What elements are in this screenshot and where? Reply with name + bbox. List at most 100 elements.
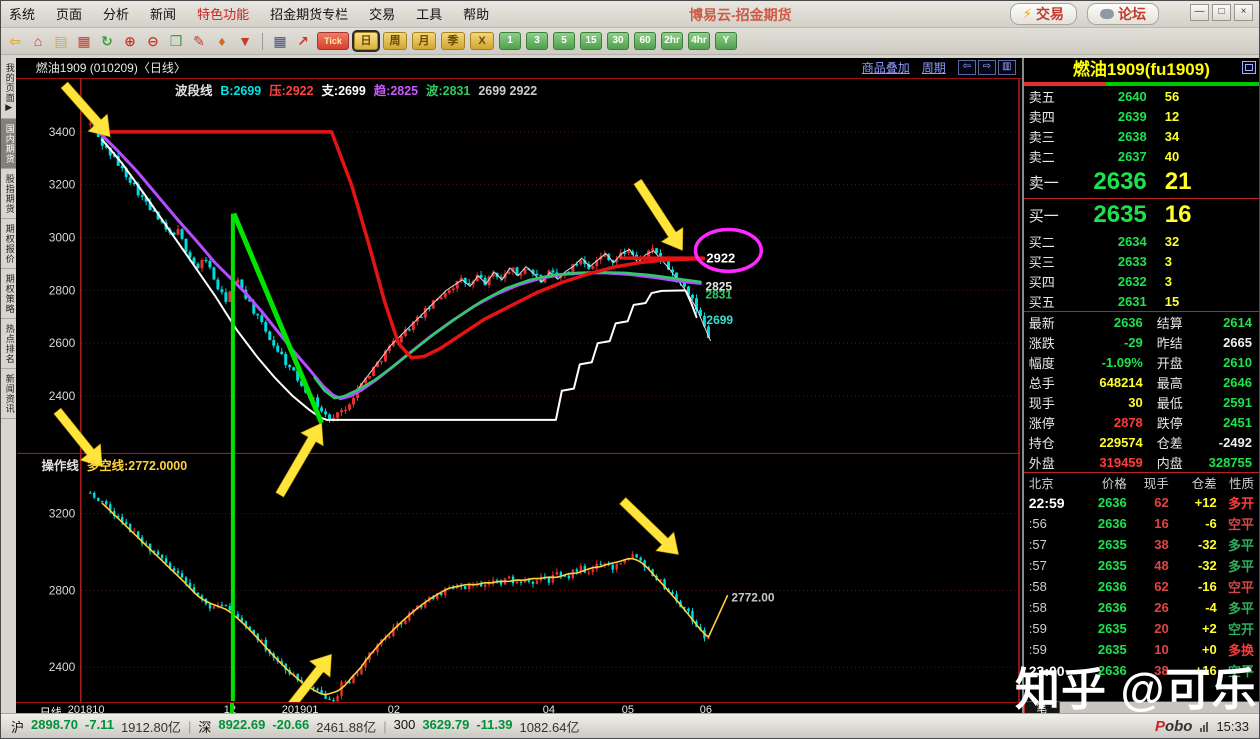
period-button-30[interactable]: 30 [607, 32, 629, 50]
sidebar-tab-2[interactable]: 股指期货 [1, 169, 16, 219]
svg-text:波段线B:2699压:2922支:2699趋:2825波:2: 波段线B:2699压:2922支:2699趋:2825波:28312699 29… [175, 83, 537, 98]
minimize-icon[interactable]: — [1190, 4, 1209, 21]
period-button-60[interactable]: 60 [634, 32, 656, 50]
stat-label: 仓差 [1157, 433, 1199, 452]
tape-row-7: :59263510+0多换 [1024, 639, 1259, 660]
menu-item-7[interactable]: 工具 [416, 7, 442, 22]
ask-row-3: 卖三263834 [1024, 126, 1259, 146]
clock: 15:33 [1216, 719, 1249, 734]
index-amount: 1912.80亿 [121, 717, 181, 736]
svg-text:2800: 2800 [49, 583, 76, 597]
book-price[interactable]: 2639 [1069, 109, 1147, 124]
tick-period-button[interactable]: Tick [317, 32, 349, 50]
sidebar-tab-4[interactable]: 期权策略 [1, 269, 16, 319]
candlestick-chart[interactable]: 340032003000280026002400320028002400波段线B… [16, 79, 1022, 702]
period-button-5[interactable]: 5 [553, 32, 575, 50]
index-value: 2898.70 [31, 717, 78, 736]
zoom-in-icon[interactable]: ⊕ [121, 33, 139, 50]
stat-label: 涨停 [1029, 413, 1071, 432]
tape-price: 2636 [1075, 579, 1127, 594]
book-price[interactable]: 2635 [1069, 201, 1147, 229]
chart-view-icon[interactable]: ↗ [294, 33, 312, 50]
stat-label: 最高 [1157, 373, 1199, 392]
overlay-link[interactable]: 商品叠加 [862, 59, 910, 76]
tape-oi-delta: +2 [1169, 621, 1217, 636]
period-button-日[interactable]: 日 [354, 32, 378, 50]
menu-item-5[interactable]: 招金期货专栏 [270, 7, 348, 22]
refresh-icon[interactable]: ↻ [98, 33, 116, 50]
period-button-15[interactable]: 15 [580, 32, 602, 50]
book-price[interactable]: 2640 [1069, 89, 1147, 104]
book-price[interactable]: 2632 [1069, 274, 1147, 289]
bid-row-3: 买三26333 [1024, 251, 1259, 271]
status-separator: | [383, 719, 386, 734]
menu-item-6[interactable]: 交易 [369, 7, 395, 22]
tape-col-header-1: 价格 [1075, 473, 1127, 492]
index-amount: 2461.88亿 [316, 717, 376, 736]
table-view-icon[interactable]: ▦ [271, 33, 289, 50]
book-level-label: 买二 [1029, 232, 1069, 251]
tape-oi-delta: +0 [1169, 642, 1217, 657]
restore-icon[interactable] [1242, 61, 1256, 74]
menu-item-4[interactable]: 特色功能 [197, 7, 249, 22]
close-icon[interactable]: × [1234, 4, 1253, 21]
period-button-Y[interactable]: Y [715, 32, 737, 50]
tape-price: 2636 [1075, 600, 1127, 615]
sidebar-tab-3[interactable]: 期权报价 [1, 219, 16, 269]
layers-icon[interactable]: ❒ [167, 33, 185, 50]
sidebar-tab-5[interactable]: 热点排名 [1, 319, 16, 369]
back-icon[interactable]: ⇦ [6, 33, 24, 50]
period-link[interactable]: 周期 [922, 59, 946, 76]
sidebar-tab-0[interactable]: 我的页面▶ [1, 58, 16, 119]
calendar-icon[interactable]: ▦ [75, 33, 93, 50]
svg-text:2772.00: 2772.00 [731, 590, 775, 604]
next-arrow-icon[interactable]: ⇨ [978, 60, 996, 75]
sidebar-tab-1[interactable]: 国内期货 [1, 119, 16, 169]
menu-item-1[interactable]: 页面 [56, 7, 82, 22]
paint-icon[interactable]: ♦ [213, 33, 231, 50]
sidebar-tab-6[interactable]: 新闻资讯 [1, 369, 16, 419]
index-change: -20.66 [272, 717, 309, 736]
book-price[interactable]: 2636 [1069, 168, 1147, 196]
home-icon[interactable]: ⌂ [29, 33, 47, 50]
stat-row-3: 总手648214最高2646 [1024, 372, 1259, 392]
book-qty: 32 [1147, 234, 1254, 249]
period-button-周[interactable]: 周 [383, 32, 407, 50]
stat-value: -2492 [1199, 435, 1254, 450]
split-view-icon[interactable]: ▥ [998, 60, 1016, 75]
period-button-2hr[interactable]: 2hr [661, 32, 683, 50]
maximize-icon[interactable]: □ [1212, 4, 1231, 21]
prev-arrow-icon[interactable]: ⇦ [958, 60, 976, 75]
book-price[interactable]: 2631 [1069, 294, 1147, 309]
ask-row-4: 卖四263912 [1024, 106, 1259, 126]
book-price[interactable]: 2638 [1069, 129, 1147, 144]
trade-button[interactable]: ⚡交易 [1010, 3, 1077, 25]
period-button-月[interactable]: 月 [412, 32, 436, 50]
period-button-X[interactable]: X [470, 32, 494, 50]
tape-oi-delta: -16 [1169, 579, 1217, 594]
period-button-4hr[interactable]: 4hr [688, 32, 710, 50]
menu-item-8[interactable]: 帮助 [463, 7, 489, 22]
book-price[interactable]: 2633 [1069, 254, 1147, 269]
draw-icon[interactable]: ✎ [190, 33, 208, 50]
stat-value: 2646 [1199, 375, 1254, 390]
zoom-out-icon[interactable]: ⊖ [144, 33, 162, 50]
book-qty: 15 [1147, 294, 1254, 309]
menu-item-3[interactable]: 新闻 [150, 7, 176, 22]
tape-volume: 62 [1127, 495, 1169, 510]
book-price[interactable]: 2637 [1069, 149, 1147, 164]
svg-text:2831: 2831 [705, 287, 732, 301]
period-button-季[interactable]: 季 [441, 32, 465, 50]
period-button-1[interactable]: 1 [499, 32, 521, 50]
menu-item-0[interactable]: 系统 [9, 7, 35, 22]
chart-titlebar: 燃油1909 (010209)〈日线〉 商品叠加 周期 ⇦ ⇨ ▥ [16, 58, 1022, 79]
book-price[interactable]: 2634 [1069, 234, 1147, 249]
filter-icon[interactable]: ▼ [236, 33, 254, 50]
tape-volume: 16 [1127, 516, 1169, 531]
notepad-icon[interactable]: ▤ [52, 33, 70, 50]
period-button-3[interactable]: 3 [526, 32, 548, 50]
menu-item-2[interactable]: 分析 [103, 7, 129, 22]
stat-value: 319459 [1071, 455, 1143, 470]
forum-button[interactable]: 论坛 [1087, 3, 1159, 25]
app-title: 博易云-招金期货 [689, 5, 792, 25]
